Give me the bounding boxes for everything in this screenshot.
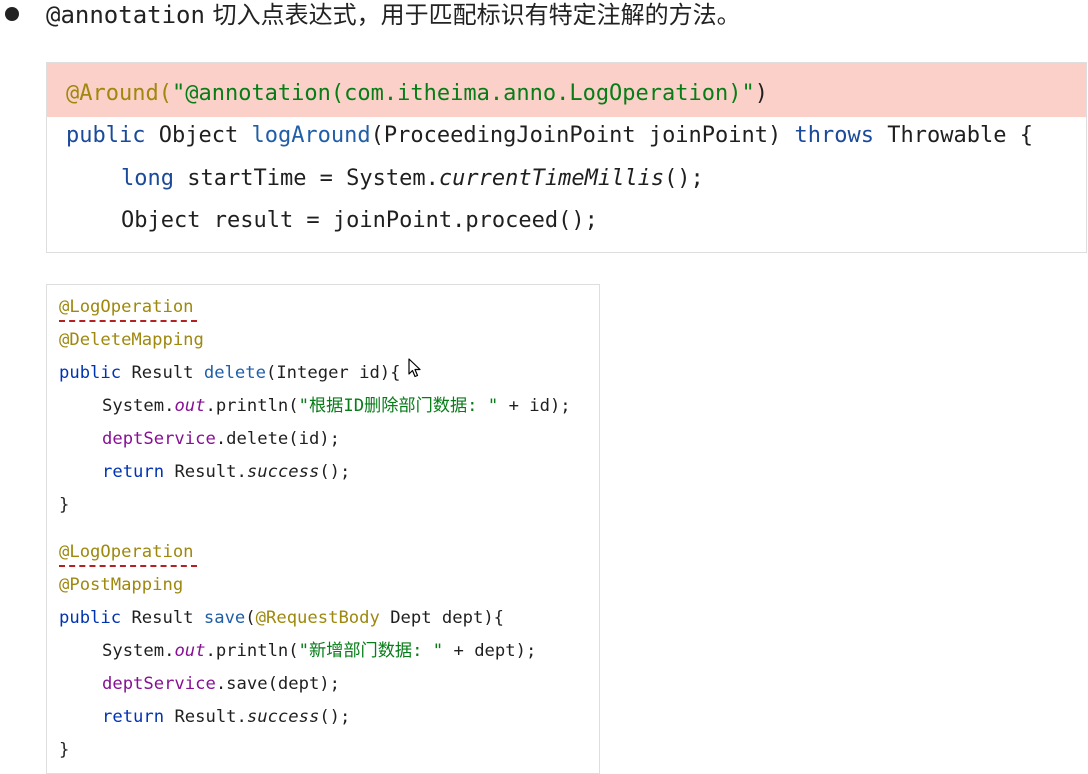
bullet-text: @annotation 切入点表达式，用于匹配标识有特定注解的方法。 bbox=[46, 0, 741, 30]
params-token: (ProceedingJoinPoint joinPoint) bbox=[370, 123, 795, 148]
code-line: public Result save(@RequestBody Dept dep… bbox=[59, 606, 504, 630]
plain-token: startTime = System. bbox=[173, 166, 439, 191]
method-token: delete bbox=[203, 363, 266, 383]
annotation-line: @LogOperation bbox=[59, 297, 194, 317]
code-line: return Result.success(); bbox=[102, 705, 350, 729]
keyword-token: public bbox=[66, 123, 146, 148]
method-token: currentTimeMillis bbox=[438, 166, 665, 191]
annotation-token: @RequestBody bbox=[255, 608, 380, 628]
bullet-item: @annotation 切入点表达式，用于匹配标识有特定注解的方法。 bbox=[0, 0, 1088, 32]
inline-code: @annotation bbox=[46, 1, 205, 29]
code-line: } bbox=[59, 495, 70, 515]
plain-token: .println( bbox=[205, 641, 299, 661]
annotation-line: @LogOperation bbox=[59, 542, 194, 562]
code-line: System.out.println("新增部门数据: " + dept); bbox=[102, 639, 536, 663]
plain-token: Throwable { bbox=[874, 123, 1033, 148]
annotation-token: @Around( bbox=[66, 81, 172, 106]
type-token: Result bbox=[121, 363, 204, 383]
keyword-token: throws bbox=[794, 123, 874, 148]
string-token: "新增部门数据: " bbox=[298, 641, 444, 661]
bullet-description: 切入点表达式，用于匹配标识有特定注解的方法。 bbox=[204, 1, 741, 29]
string-token: "@annotation(com.itheima.anno.LogOperati… bbox=[171, 81, 755, 106]
plain-token: .delete(id); bbox=[215, 429, 341, 449]
code-line: public Object logAround(ProceedingJoinPo… bbox=[66, 121, 1033, 151]
plain-token: + id); bbox=[498, 396, 571, 416]
type-token: Result bbox=[121, 608, 204, 628]
plain-token: System. bbox=[102, 396, 175, 416]
keyword-token: return bbox=[102, 707, 165, 727]
plain-token: (); bbox=[664, 166, 704, 191]
type-token: Object bbox=[145, 123, 252, 148]
plain-token: + dept); bbox=[443, 641, 537, 661]
keyword-token: public bbox=[59, 363, 122, 383]
annotation-line: @DeleteMapping bbox=[59, 330, 204, 350]
field-token: out bbox=[174, 641, 206, 661]
string-token: "根据ID删除部门数据: " bbox=[298, 396, 499, 416]
keyword-token: long bbox=[121, 166, 174, 191]
code-line: System.out.println("根据ID删除部门数据: " + id); bbox=[102, 394, 571, 418]
plain-token: System. bbox=[102, 641, 175, 661]
code-line: return Result.success(); bbox=[102, 460, 350, 484]
code-block-around-advice: @Around("@annotation(com.itheima.anno.Lo… bbox=[46, 62, 1087, 253]
code-line: long startTime = System.currentTimeMilli… bbox=[121, 164, 704, 194]
plain-token: (); bbox=[319, 707, 351, 727]
keyword-token: return bbox=[102, 462, 165, 482]
field-token: deptService bbox=[102, 674, 216, 694]
method-token: save bbox=[203, 608, 246, 628]
plain-token: Result. bbox=[164, 707, 247, 727]
params-token: Dept dept){ bbox=[379, 608, 505, 628]
code-line: } bbox=[59, 740, 70, 760]
code-line: deptService.delete(id); bbox=[102, 427, 340, 451]
field-token: out bbox=[174, 396, 206, 416]
error-underline bbox=[59, 565, 197, 567]
mouse-pointer-icon bbox=[408, 358, 421, 378]
method-token: success bbox=[246, 462, 320, 482]
annotation-line: @PostMapping bbox=[59, 575, 184, 595]
punct-token: ) bbox=[754, 81, 769, 106]
code-line: @Around("@annotation(com.itheima.anno.Lo… bbox=[66, 79, 768, 109]
code-block-controller: @LogOperation @DeleteMapping public Resu… bbox=[46, 284, 600, 774]
error-underline bbox=[59, 320, 197, 322]
bullet-dot-icon bbox=[5, 7, 19, 21]
code-line: Object result = joinPoint.proceed(); bbox=[121, 208, 598, 233]
code-line: deptService.save(dept); bbox=[102, 672, 340, 696]
code-line: public Result delete(Integer id){ bbox=[59, 361, 401, 385]
field-token: deptService bbox=[102, 429, 216, 449]
plain-token: (); bbox=[319, 462, 351, 482]
keyword-token: public bbox=[59, 608, 122, 628]
plain-token: .println( bbox=[205, 396, 299, 416]
params-token: (Integer id){ bbox=[265, 363, 401, 383]
method-token: success bbox=[246, 707, 320, 727]
plain-token: .save(dept); bbox=[215, 674, 341, 694]
punct-token: ( bbox=[245, 608, 256, 628]
plain-token: Result. bbox=[164, 462, 247, 482]
method-token: logAround bbox=[251, 123, 371, 148]
